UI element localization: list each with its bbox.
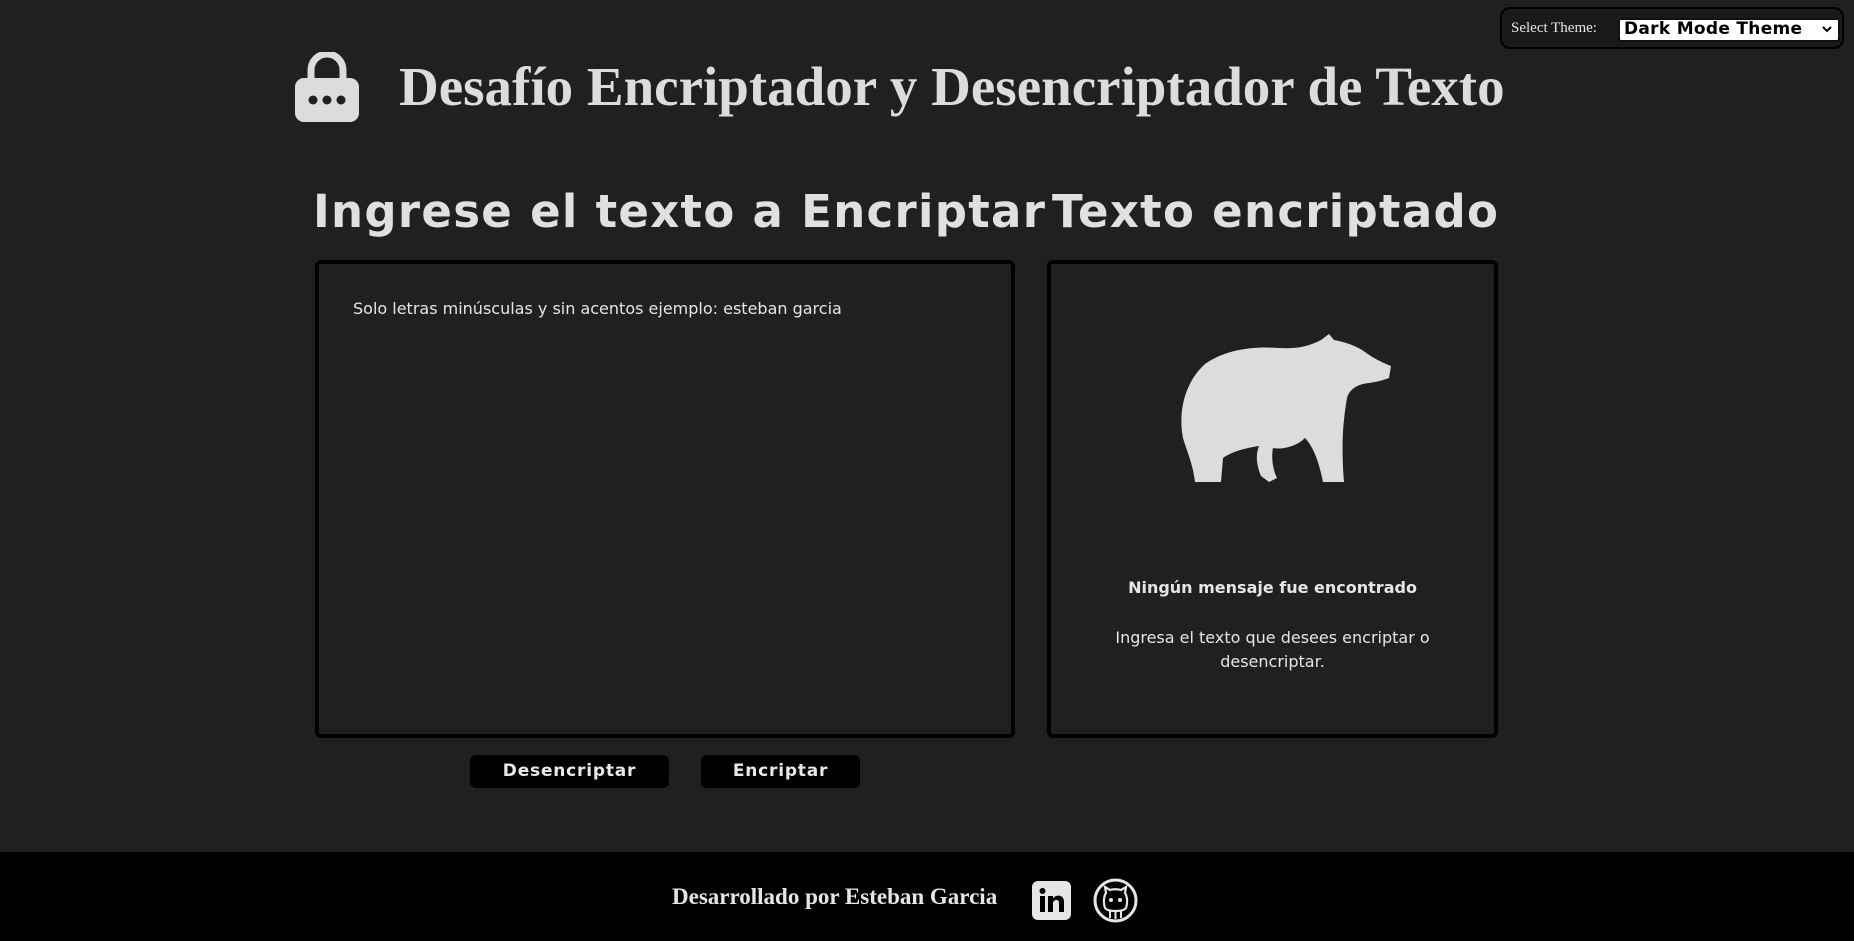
encrypt-button[interactable]: Encriptar <box>701 755 860 788</box>
footer: Desarrollado por Esteban Garcia <box>0 852 1854 941</box>
empty-state-title: Ningún mensaje fue encontrado <box>1128 578 1417 597</box>
input-heading: Ingrese el texto a Encriptar <box>313 185 1047 238</box>
theme-label: Select Theme: <box>1511 20 1597 36</box>
bear-icon <box>1181 334 1391 482</box>
footer-credit: Desarrollado por Esteban Garcia <box>672 884 998 909</box>
empty-state-text: Ingresa el texto que desees encriptar o … <box>1115 628 1430 671</box>
theme-select[interactable]: Dark Mode Theme <box>1618 18 1840 42</box>
decrypt-button[interactable]: Desencriptar <box>470 755 669 788</box>
page-title: Desafío Encriptador y Desencriptador de … <box>399 56 1505 117</box>
theme-selector: Select Theme: Dark Mode Theme <box>1500 7 1844 49</box>
text-input[interactable] <box>319 264 1011 734</box>
theme-select-value: Dark Mode Theme <box>1624 19 1803 39</box>
input-panel <box>315 260 1015 738</box>
output-heading: Texto encriptado <box>1052 185 1500 238</box>
github-icon[interactable] <box>1093 878 1138 923</box>
linkedin-icon[interactable] <box>1032 881 1071 920</box>
output-panel: Ningún mensaje fue encontrado Ingresa el… <box>1047 260 1498 738</box>
chevron-down-icon <box>1822 26 1832 33</box>
lock-icon <box>295 52 359 122</box>
